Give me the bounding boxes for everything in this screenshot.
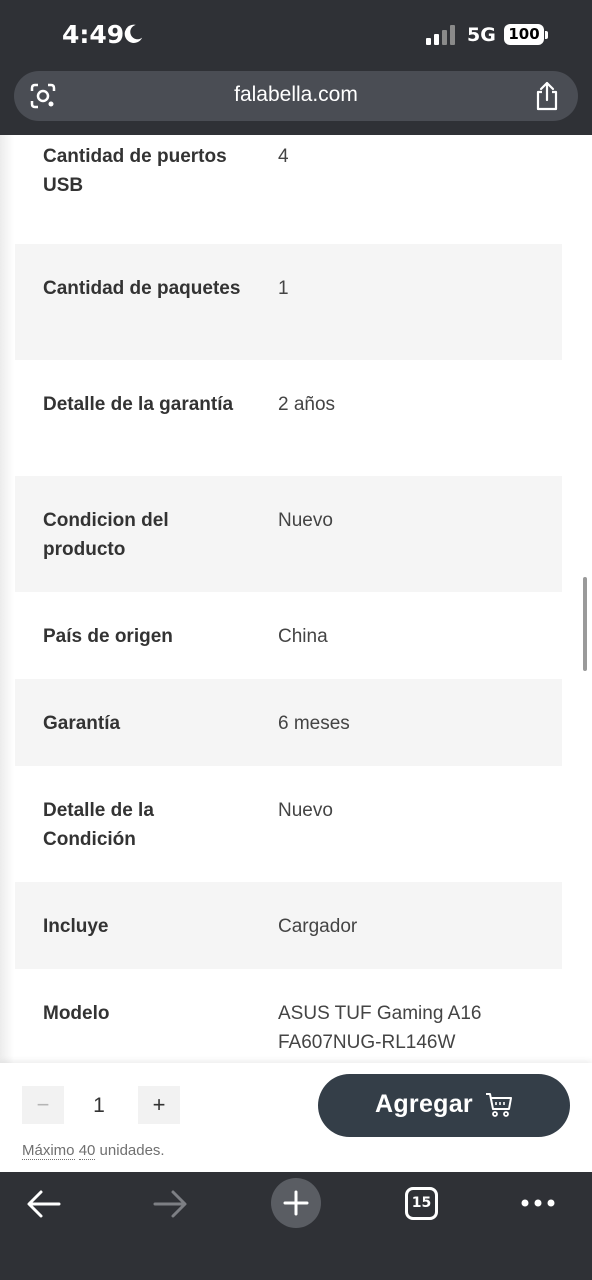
signal-icon bbox=[426, 25, 455, 45]
more-options-icon[interactable] bbox=[520, 1198, 556, 1208]
status-time: 4:49 bbox=[62, 20, 125, 49]
address-bar[interactable]: falabella.com bbox=[14, 71, 578, 121]
spec-label: Detalle de la garantía bbox=[43, 394, 234, 415]
spec-row: País de origen China bbox=[15, 592, 562, 679]
spec-row: Cantidad de puertos USB 4 bbox=[15, 135, 562, 244]
spec-table: Cantidad de puertos USB 4 Cantidad de paqu… bbox=[15, 135, 562, 1063]
battery-tip bbox=[545, 31, 548, 39]
spec-row: Detalle de la garantía 2 años bbox=[15, 360, 562, 476]
spec-label: Incluye bbox=[43, 916, 109, 937]
spec-value: 2 años bbox=[278, 394, 336, 415]
add-to-cart-label: Agregar bbox=[375, 1090, 473, 1118]
max-units-note: Máximo 40 unidades. bbox=[22, 1142, 165, 1160]
spec-row: Condicion del producto Nuevo bbox=[15, 476, 562, 592]
new-tab-button[interactable] bbox=[271, 1178, 321, 1228]
spec-value: Cargador bbox=[278, 916, 358, 937]
moon-icon bbox=[124, 24, 143, 43]
back-arrow-icon[interactable] bbox=[26, 1189, 62, 1219]
spec-label: País de origen bbox=[43, 626, 173, 647]
max-prefix: Máximo bbox=[22, 1142, 75, 1160]
tab-count-button[interactable]: 15 bbox=[405, 1187, 438, 1220]
spec-value: ASUS TUF Gaming A16 FA607NUG-RL146W bbox=[278, 1003, 482, 1053]
cart-icon bbox=[486, 1093, 512, 1117]
spec-value: Nuevo bbox=[278, 800, 333, 821]
spec-row: Detalle de la Condición Nuevo bbox=[15, 766, 562, 882]
spec-value: 1 bbox=[278, 278, 289, 299]
max-suffix: unidades. bbox=[99, 1142, 165, 1159]
quantity-decrease-button[interactable]: − bbox=[22, 1086, 64, 1124]
quantity-value[interactable]: 1 bbox=[80, 1094, 118, 1118]
spec-row: Modelo ASUS TUF Gaming A16 FA607NUG-RL146… bbox=[15, 969, 562, 1063]
spec-label: Detalle de la Condición bbox=[43, 800, 154, 850]
spec-value: 6 meses bbox=[278, 713, 350, 734]
add-to-cart-bar: − 1 + Máximo 40 unidades. Agregar bbox=[0, 1063, 592, 1172]
forward-arrow-icon[interactable] bbox=[152, 1189, 188, 1219]
plus-icon bbox=[283, 1190, 309, 1216]
spec-label: Condicion del producto bbox=[43, 510, 169, 560]
spec-value: China bbox=[278, 626, 328, 647]
spec-row: Cantidad de paquetes 1 bbox=[15, 244, 562, 360]
battery-icon: 100 bbox=[504, 24, 544, 45]
spec-label: Garantía bbox=[43, 713, 121, 734]
spec-label: Cantidad de puertos USB bbox=[43, 146, 227, 196]
browser-toolbar: 15 bbox=[0, 1172, 592, 1280]
browser-top-bar: 4:49 5G 100 falabella.com bbox=[0, 0, 592, 135]
status-bar: 4:49 5G 100 bbox=[0, 0, 592, 70]
product-specs-section: Cantidad de puertos USB 4 Cantidad de paqu… bbox=[0, 135, 592, 1063]
spec-value: Nuevo bbox=[278, 510, 333, 531]
spec-label: Cantidad de paquetes bbox=[43, 278, 241, 299]
spec-label: Modelo bbox=[43, 1003, 110, 1024]
spec-value: 4 bbox=[278, 146, 289, 167]
side-shade bbox=[0, 135, 14, 1063]
network-type: 5G bbox=[467, 24, 496, 46]
scrollbar[interactable] bbox=[583, 577, 587, 671]
quantity-increase-button[interactable]: + bbox=[138, 1086, 180, 1124]
max-number: 40 bbox=[78, 1142, 96, 1160]
spec-row: Garantía 6 meses bbox=[15, 679, 562, 766]
url-text[interactable]: falabella.com bbox=[14, 83, 578, 107]
share-icon[interactable] bbox=[534, 81, 560, 111]
add-to-cart-button[interactable]: Agregar bbox=[318, 1074, 570, 1137]
spec-row: Incluye Cargador bbox=[15, 882, 562, 969]
